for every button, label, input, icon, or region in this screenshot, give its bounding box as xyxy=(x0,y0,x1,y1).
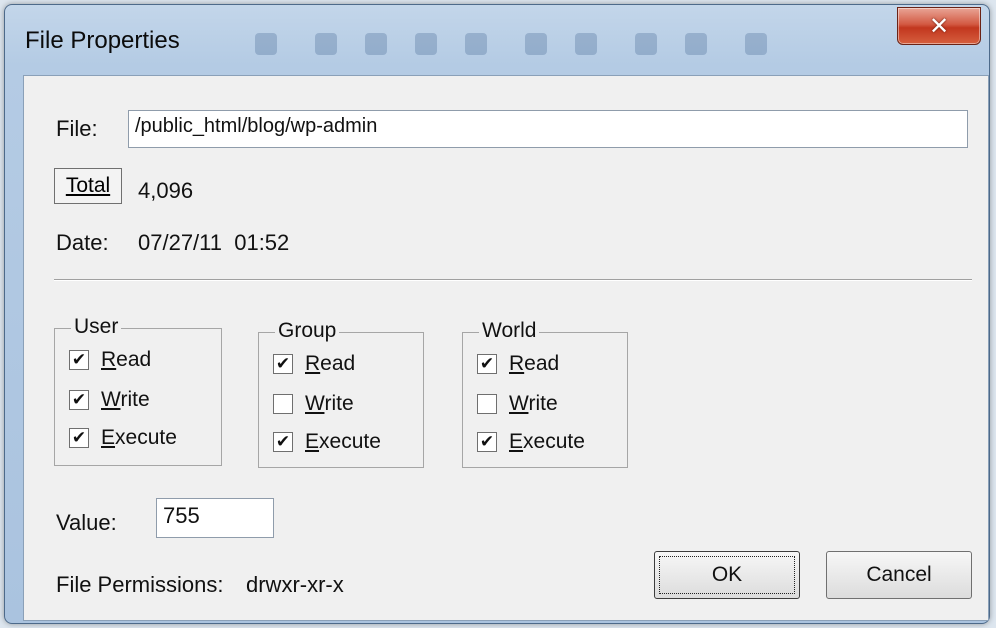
group-group-title: Group xyxy=(275,319,340,343)
world-read-checkbox[interactable]: ✔ Read xyxy=(477,349,559,379)
user-execute-checkbox-box[interactable]: ✔ xyxy=(69,428,89,448)
world-execute-checkbox-box[interactable]: ✔ xyxy=(477,432,497,452)
dialog-body: File: /public_html/blog/wp-admin Total 4… xyxy=(23,75,989,621)
separator xyxy=(54,279,972,281)
group-write-label: Write xyxy=(305,392,354,415)
group-read-checkbox-box[interactable]: ✔ xyxy=(273,354,293,374)
file-permissions-value: drwxr-xr-x xyxy=(246,572,344,597)
file-properties-window: File Properties ✕ File: /public_html/blo… xyxy=(4,4,990,624)
world-write-label: Write xyxy=(509,392,558,415)
group-execute-label: Execute xyxy=(305,430,381,453)
total-button[interactable]: Total xyxy=(54,168,122,204)
world-read-checkbox-box[interactable]: ✔ xyxy=(477,354,497,374)
user-read-label: Read xyxy=(101,348,152,371)
date-label: Date: xyxy=(56,230,109,255)
close-button[interactable]: ✕ xyxy=(897,7,981,45)
group-execute-checkbox[interactable]: ✔ Execute xyxy=(273,427,381,457)
user-permissions-group: User ✔ Read ✔ Write ✔ Execute xyxy=(54,315,222,466)
total-value: 4,096 xyxy=(138,178,194,203)
file-path-value: /public_html/blog/wp-admin xyxy=(135,115,378,137)
world-permissions-group: World ✔ Read Write ✔ Execute xyxy=(462,319,628,468)
ok-button[interactable]: OK xyxy=(654,551,800,599)
value-input-text: 755 xyxy=(163,503,200,528)
world-execute-checkbox[interactable]: ✔ Execute xyxy=(477,427,585,457)
group-read-checkbox[interactable]: ✔ Read xyxy=(273,349,355,379)
close-icon: ✕ xyxy=(928,12,950,40)
cancel-button[interactable]: Cancel xyxy=(826,551,972,599)
world-group-title: World xyxy=(479,319,540,343)
date-value: 07/27/11 01:52 xyxy=(138,230,290,255)
file-path-field[interactable]: /public_html/blog/wp-admin xyxy=(128,110,968,148)
value-input[interactable]: 755 xyxy=(156,498,274,538)
world-execute-label: Execute xyxy=(509,430,585,453)
group-write-checkbox-box[interactable] xyxy=(273,394,293,414)
user-read-checkbox-box[interactable]: ✔ xyxy=(69,350,89,370)
user-write-checkbox-box[interactable]: ✔ xyxy=(69,390,89,410)
group-execute-checkbox-box[interactable]: ✔ xyxy=(273,432,293,452)
file-permissions-label: File Permissions: xyxy=(56,572,224,597)
group-permissions-group: Group ✔ Read Write ✔ Execute xyxy=(258,319,424,468)
group-read-label: Read xyxy=(305,352,356,375)
user-execute-label: Execute xyxy=(101,426,177,449)
group-write-checkbox[interactable]: Write xyxy=(273,389,354,419)
world-write-checkbox[interactable]: Write xyxy=(477,389,558,419)
world-write-checkbox-box[interactable] xyxy=(477,394,497,414)
user-execute-checkbox[interactable]: ✔ Execute xyxy=(69,423,177,453)
total-button-label: Total xyxy=(65,174,111,197)
user-group-title: User xyxy=(71,315,122,339)
user-read-checkbox[interactable]: ✔ Read xyxy=(69,345,151,375)
cancel-button-label: Cancel xyxy=(866,563,932,586)
title-bar[interactable]: File Properties ✕ xyxy=(5,5,989,77)
window-title: File Properties xyxy=(25,27,180,54)
background-toolbar-icons xyxy=(255,31,855,57)
user-write-checkbox[interactable]: ✔ Write xyxy=(69,385,150,415)
value-label: Value: xyxy=(56,510,117,535)
world-read-label: Read xyxy=(509,352,560,375)
focus-rectangle xyxy=(659,556,795,594)
user-write-label: Write xyxy=(101,388,150,411)
file-label: File: xyxy=(56,116,98,141)
